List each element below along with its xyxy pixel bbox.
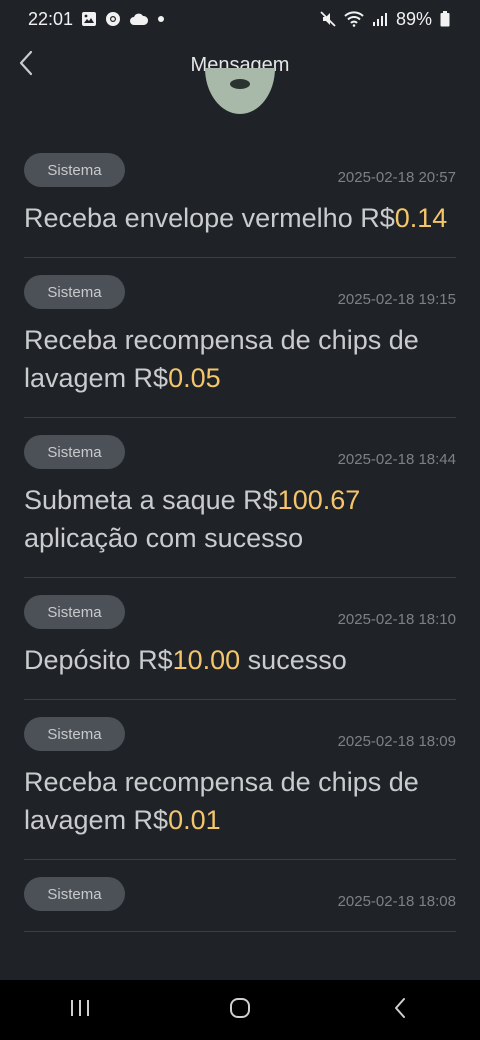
message-text-before: Receba recompensa de chips de lavagem R$	[24, 767, 419, 835]
message-time: 2025-02-18 19:15	[337, 290, 456, 308]
recents-icon	[69, 998, 91, 1023]
nav-back-button[interactable]	[370, 980, 430, 1040]
home-button[interactable]	[210, 980, 270, 1040]
message-amount: 100.67	[277, 485, 361, 515]
system-badge: Sistema	[24, 275, 125, 309]
system-badge: Sistema	[24, 595, 125, 629]
message-text: Depósito R$10.00 sucesso	[24, 641, 456, 679]
system-badge: Sistema	[24, 435, 125, 469]
notification-dot-icon	[157, 15, 165, 23]
message-text-before: Receba envelope vermelho R$	[24, 203, 395, 233]
status-time: 22:01	[28, 8, 74, 29]
message-time: 2025-02-18 18:44	[337, 450, 456, 468]
message-text: Submeta a saque R$100.67 aplicação com s…	[24, 481, 456, 557]
message-list: Sistema 2025-02-18 20:57 Receba envelope…	[0, 136, 480, 980]
system-badge: Sistema	[24, 717, 125, 751]
message-text-after: sucesso	[240, 645, 347, 675]
system-badge: Sistema	[24, 877, 125, 911]
status-bar: 22:01 89%	[0, 0, 480, 38]
message-time: 2025-02-18 20:57	[337, 168, 456, 186]
message-text-before: Submeta a saque R$	[24, 485, 278, 515]
list-item[interactable]: Sistema 2025-02-18 19:15 Receba recompen…	[24, 258, 456, 418]
list-item[interactable]: Sistema 2025-02-18 18:44 Submeta a saque…	[24, 418, 456, 578]
avatar	[205, 68, 275, 114]
battery-percent: 89%	[395, 8, 432, 29]
cloud-icon	[129, 12, 149, 26]
signal-icon	[372, 12, 388, 26]
list-item[interactable]: Sistema 2025-02-18 18:08	[24, 860, 456, 932]
status-left: 22:01	[28, 9, 165, 30]
message-text-before: Depósito R$	[24, 645, 173, 675]
message-text-after: aplicação com sucesso	[24, 523, 304, 553]
message-time: 2025-02-18 18:08	[337, 892, 456, 910]
mute-icon	[320, 11, 336, 27]
chevron-left-icon	[18, 50, 34, 81]
message-time: 2025-02-18 18:09	[337, 732, 456, 750]
back-button[interactable]	[12, 50, 40, 80]
message-amount: 10.00	[172, 645, 241, 675]
message-text: Receba recompensa de chips de lavagem R$…	[24, 763, 456, 839]
back-icon	[393, 997, 407, 1024]
message-amount: 0.14	[394, 203, 448, 233]
message-amount: 0.05	[168, 363, 221, 393]
battery-icon	[440, 11, 450, 27]
list-item[interactable]: Sistema 2025-02-18 18:09 Receba recompen…	[24, 700, 456, 860]
system-nav-bar	[0, 980, 480, 1040]
status-right: 89%	[320, 9, 450, 30]
gallery-icon	[81, 11, 97, 27]
home-icon	[228, 996, 252, 1025]
wifi-icon	[344, 11, 364, 27]
list-item[interactable]: Sistema 2025-02-18 20:57 Receba envelope…	[24, 136, 456, 258]
message-text: Receba recompensa de chips de lavagem R$…	[24, 321, 456, 397]
message-text: Receba envelope vermelho R$0.14	[24, 199, 456, 237]
message-time: 2025-02-18 18:10	[337, 610, 456, 628]
message-text-before: Receba recompensa de chips de lavagem R$	[24, 325, 419, 393]
message-amount: 0.01	[168, 805, 221, 835]
chrome-icon	[105, 11, 121, 27]
system-badge: Sistema	[24, 153, 125, 187]
list-item[interactable]: Sistema 2025-02-18 18:10 Depósito R$10.0…	[24, 578, 456, 700]
recents-button[interactable]	[50, 980, 110, 1040]
